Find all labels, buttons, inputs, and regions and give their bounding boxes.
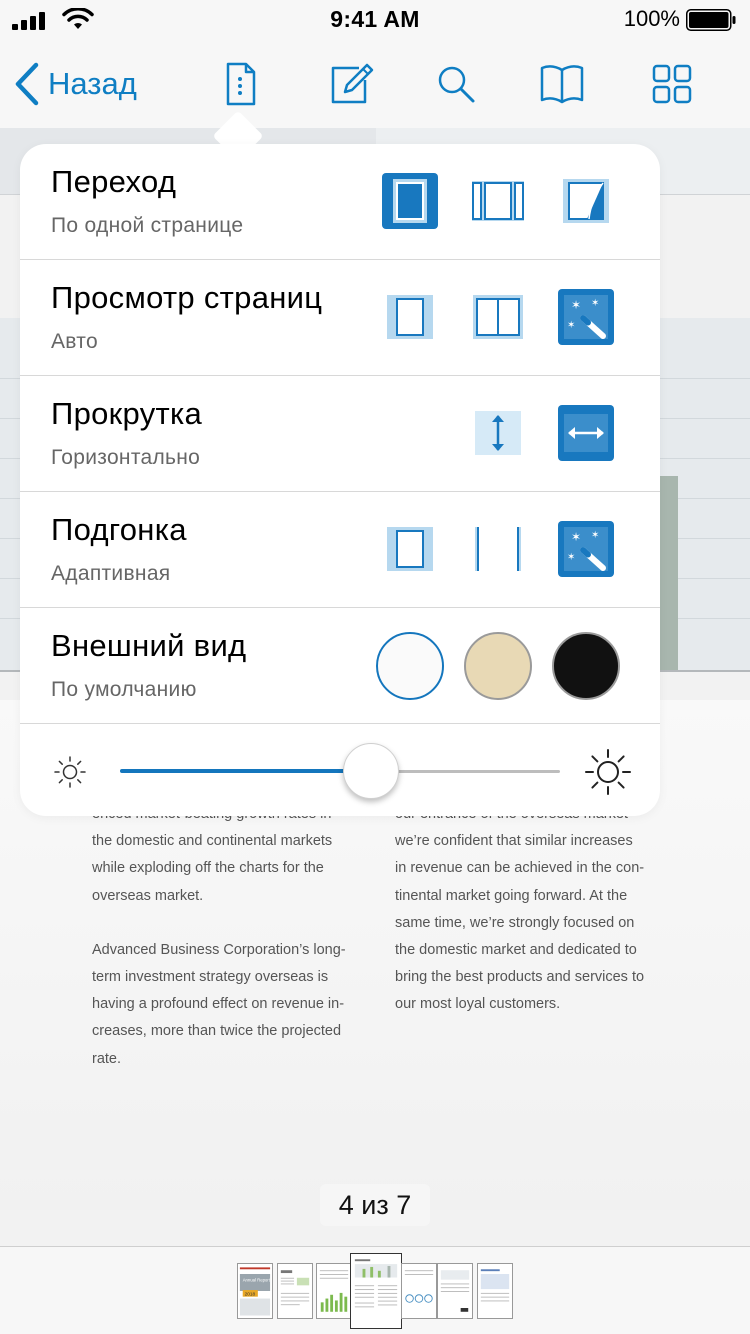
document-paragraph: Advanced Business Corporation’s long- te… [92, 941, 346, 1067]
thumbnail-page-4-current[interactable] [350, 1253, 402, 1329]
document-settings-button[interactable] [216, 60, 264, 108]
fit-row: Подгонка Адаптивная ✶ ✶ ✶ [20, 492, 660, 608]
page-counter: 4 из 7 [320, 1184, 430, 1226]
search-icon [438, 66, 475, 103]
thumbnail-page-3[interactable] [316, 1263, 352, 1319]
brightness-high-icon [585, 749, 631, 795]
scroll-horizontal-option[interactable] [557, 404, 615, 462]
page-view-auto-option[interactable]: ✶ ✶ ✶ [557, 288, 615, 346]
cover-title-text: Annual Report [243, 1278, 271, 1283]
document-right-column: our entrance of the overseas market we’r… [395, 801, 655, 1046]
appearance-sepia-option[interactable] [464, 632, 532, 700]
brightness-slider-fill[interactable] [120, 769, 371, 773]
document-paragraph: enced market-beating growth rates in the… [92, 806, 333, 904]
transition-page-curl-option[interactable] [557, 172, 615, 230]
annotate-icon [331, 63, 374, 104]
svg-text:✶: ✶ [571, 298, 581, 312]
fit-page-icon [387, 527, 433, 571]
battery-icon [686, 9, 736, 31]
fit-width-option[interactable] [469, 520, 527, 578]
page-view-title: Просмотр страниц [51, 280, 323, 315]
page-thumbnail-icon [319, 1270, 349, 1312]
document-paragraph: our entrance of the overseas market we’r… [395, 806, 645, 1013]
brightness-slider-knob[interactable] [342, 743, 399, 799]
annotate-button[interactable] [327, 60, 375, 108]
thumbnail-strip[interactable]: Annual Report 2018 [0, 1246, 750, 1334]
thumbnail-page-1[interactable]: Annual Report 2018 [237, 1263, 273, 1319]
scroll-row: Прокрутка Горизонтально [20, 376, 660, 492]
thumbnail-page-7[interactable] [477, 1263, 513, 1319]
continuous-pages-icon [472, 181, 524, 221]
single-page-icon [382, 173, 438, 229]
svg-text:✶: ✶ [567, 552, 575, 563]
fit-adaptive-option[interactable]: ✶ ✶ ✶ [557, 520, 615, 578]
navigation-bar: Назад [0, 40, 750, 128]
fit-page-option[interactable] [381, 520, 439, 578]
svg-text:✶: ✶ [591, 298, 599, 309]
svg-text:✶: ✶ [567, 320, 575, 331]
scroll-value: Горизонтально [51, 446, 201, 469]
svg-text:✶: ✶ [571, 530, 581, 544]
transition-single-page-option[interactable] [381, 172, 439, 230]
thumbnail-page-5[interactable] [401, 1263, 437, 1319]
thumbnail-page-2[interactable] [277, 1263, 313, 1319]
battery-percentage: 100% [623, 6, 680, 31]
vertical-scroll-icon [475, 411, 521, 455]
brightness-slider-track[interactable] [370, 770, 560, 773]
view-settings-popover: Переход По одной странице Просмотр стран… [20, 144, 660, 816]
fit-title: Подгонка [51, 512, 187, 547]
back-button-label: Назад [48, 66, 137, 101]
transition-row: Переход По одной странице [20, 144, 660, 260]
transition-title: Переход [51, 164, 177, 199]
scroll-vertical-option[interactable] [469, 404, 527, 462]
double-page-view-icon [473, 295, 523, 339]
document-left-column: enced market-beating growth rates in the… [92, 801, 352, 1100]
search-button[interactable] [432, 60, 480, 108]
page-thumbnail-icon [280, 1270, 310, 1306]
bookmarks-button[interactable] [538, 60, 586, 108]
appearance-value: По умолчанию [51, 678, 197, 701]
page-curl-icon [563, 179, 609, 223]
scroll-title: Прокрутка [51, 396, 203, 431]
document-settings-icon [226, 62, 256, 106]
chevron-left-icon [15, 62, 39, 106]
fit-value: Адаптивная [51, 562, 171, 585]
bookmarks-icon [540, 65, 584, 104]
fit-width-icon [475, 527, 521, 571]
svg-text:✶: ✶ [591, 530, 599, 541]
single-page-view-icon [387, 295, 433, 339]
appearance-white-option[interactable] [376, 632, 444, 700]
transition-value: По одной странице [51, 214, 244, 237]
page-thumbnail-icon [480, 1269, 510, 1302]
thumbnail-page-6[interactable] [437, 1263, 473, 1319]
back-button[interactable]: Назад [14, 60, 137, 108]
appearance-black-option[interactable] [552, 632, 620, 700]
fit-adaptive-magic-icon: ✶ ✶ ✶ [558, 521, 614, 577]
transition-continuous-option[interactable] [469, 172, 527, 230]
auto-magic-icon: ✶ ✶ ✶ [558, 289, 614, 345]
page-view-value: Авто [51, 330, 98, 353]
page-view-single-option[interactable] [381, 288, 439, 346]
grid-view-button[interactable] [648, 60, 696, 108]
cover-thumbnail-icon: Annual Report 2018 [238, 1264, 272, 1318]
page-view-double-option[interactable] [469, 288, 527, 346]
horizontal-scroll-icon [558, 405, 614, 461]
cover-year-text: 2018 [245, 1292, 256, 1298]
page-thumbnail-icon [354, 1259, 398, 1308]
page-thumbnail-icon [440, 1270, 470, 1312]
page-view-row: Просмотр страниц Авто ✶ ✶ ✶ [20, 260, 660, 376]
status-bar: 9:41 AM 100% [0, 0, 750, 40]
grid-icon [652, 64, 692, 104]
brightness-low-icon [54, 756, 86, 788]
appearance-title: Внешний вид [51, 628, 247, 663]
page-thumbnail-icon [404, 1270, 434, 1303]
appearance-row: Внешний вид По умолчанию [20, 608, 660, 724]
